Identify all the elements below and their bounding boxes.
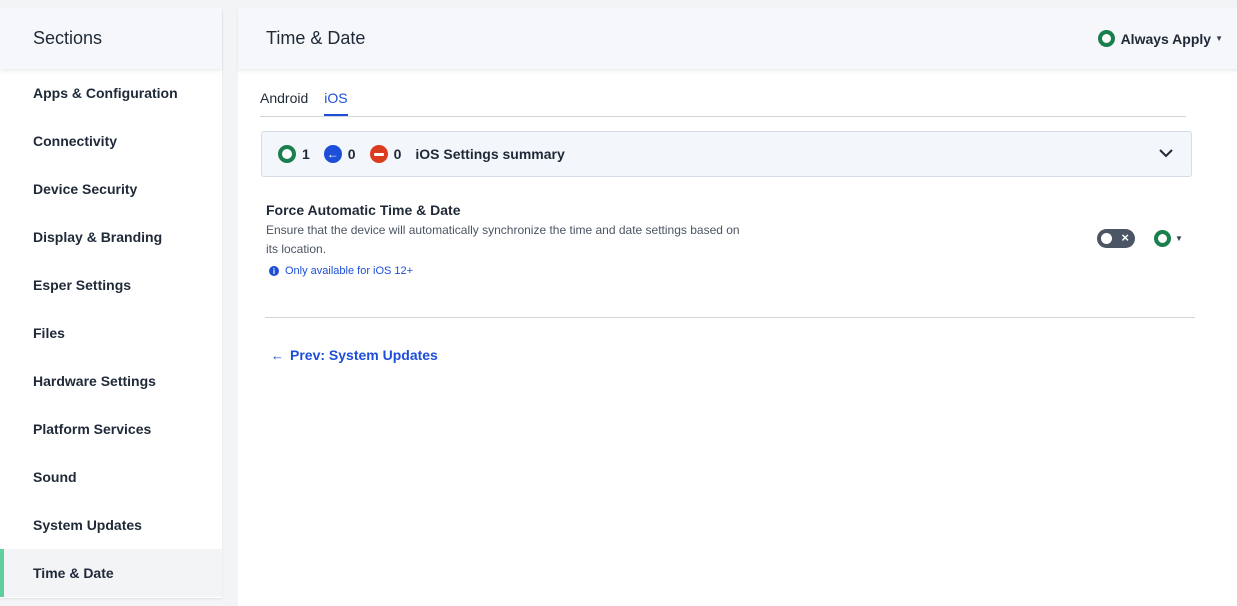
tab-android[interactable]: Android bbox=[260, 90, 308, 116]
summary-inherited: ← 0 bbox=[323, 145, 356, 163]
always-apply-status-icon bbox=[1097, 30, 1115, 47]
summary-blocked: 0 bbox=[369, 145, 402, 163]
main-panel: Time & Date Always Apply ▼ Android iOS 1… bbox=[238, 8, 1237, 606]
sidebar-item-apps-configuration[interactable]: Apps & Configuration bbox=[0, 69, 222, 117]
divider bbox=[265, 317, 1195, 318]
main-header: Time & Date Always Apply ▼ bbox=[238, 8, 1237, 69]
apply-mode-dropdown[interactable]: Always Apply ▼ bbox=[1097, 30, 1223, 47]
summary-applied: 1 bbox=[278, 145, 310, 163]
sidebar-item-platform-services[interactable]: Platform Services bbox=[0, 405, 222, 453]
apply-mode-label: Always Apply bbox=[1120, 30, 1212, 47]
platform-tabs: Android iOS bbox=[260, 90, 1186, 117]
applied-count: 1 bbox=[302, 146, 310, 162]
arrow-left-icon: ← bbox=[323, 145, 342, 163]
settings-summary-bar[interactable]: 1 ← 0 0 iOS Settings summary bbox=[261, 131, 1192, 177]
sidebar-item-connectivity[interactable]: Connectivity bbox=[0, 117, 222, 165]
caret-down-icon: ▼ bbox=[1175, 234, 1183, 243]
setting-apply-dropdown[interactable]: ▼ bbox=[1154, 230, 1183, 247]
sidebar-item-system-updates[interactable]: System Updates bbox=[0, 501, 222, 549]
sidebar-item-display-branding[interactable]: Display & Branding bbox=[0, 213, 222, 261]
sidebar-item-hardware-settings[interactable]: Hardware Settings bbox=[0, 357, 222, 405]
sidebar-item-time-date[interactable]: Time & Date bbox=[0, 549, 222, 597]
tab-ios[interactable]: iOS bbox=[324, 90, 348, 116]
setting-force-automatic-time: Force Automatic Time & Date Ensure that … bbox=[266, 202, 746, 277]
chevron-down-icon[interactable] bbox=[1159, 145, 1173, 163]
arrow-left-icon: ← bbox=[271, 347, 284, 363]
sidebar-item-files[interactable]: Files bbox=[0, 309, 222, 357]
sidebar-item-sound[interactable]: Sound bbox=[0, 453, 222, 501]
sidebar-list: Apps & Configuration Connectivity Device… bbox=[0, 69, 222, 597]
blocked-count: 0 bbox=[393, 146, 402, 162]
setting-description: Ensure that the device will automaticall… bbox=[266, 223, 740, 256]
close-icon: × bbox=[1121, 230, 1129, 245]
blocked-icon bbox=[369, 145, 388, 163]
page-title: Time & Date bbox=[266, 28, 366, 48]
info-icon: i bbox=[269, 266, 279, 276]
setting-status-icon bbox=[1154, 230, 1171, 247]
setting-note-text: Only available for iOS 12+ bbox=[285, 265, 414, 277]
sidebar-item-device-security[interactable]: Device Security bbox=[0, 165, 222, 213]
setting-availability-note: i Only available for iOS 12+ bbox=[266, 265, 746, 277]
prev-section-link[interactable]: ← Prev: System Updates bbox=[271, 347, 438, 363]
sidebar-item-esper-settings[interactable]: Esper Settings bbox=[0, 261, 222, 309]
summary-label: iOS Settings summary bbox=[415, 146, 565, 162]
sidebar-title: Sections bbox=[0, 8, 222, 69]
inherited-count: 0 bbox=[347, 146, 356, 162]
applied-status-icon bbox=[278, 145, 296, 163]
sidebar: Sections Apps & Configuration Connectivi… bbox=[0, 8, 222, 598]
setting-title: Force Automatic Time & Date bbox=[266, 202, 461, 218]
toggle-knob bbox=[1101, 233, 1112, 244]
caret-down-icon: ▼ bbox=[1215, 34, 1223, 43]
prev-section-label: Prev: System Updates bbox=[290, 347, 438, 363]
force-time-toggle[interactable]: × bbox=[1097, 229, 1135, 248]
